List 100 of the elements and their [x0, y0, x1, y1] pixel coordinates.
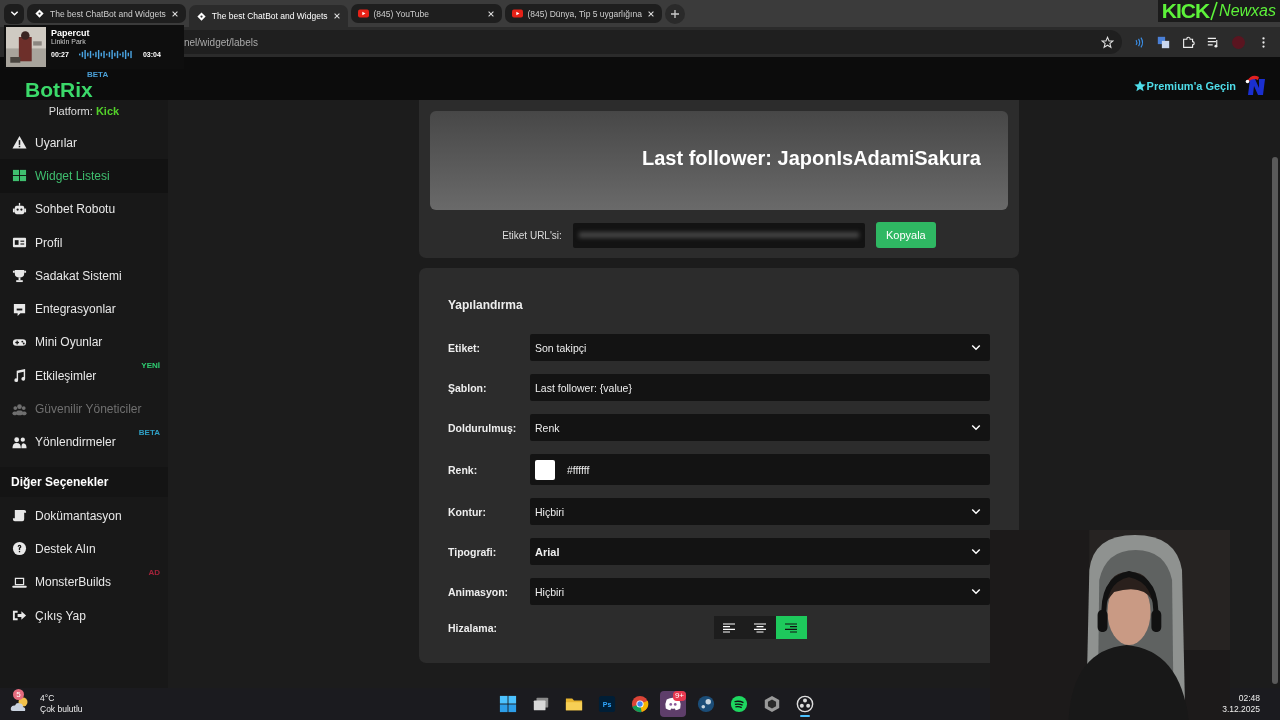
- sidebar-item[interactable]: Sadakat Sistemi: [0, 259, 168, 293]
- sidebar-item[interactable]: MonsterBuilds AD: [0, 565, 168, 599]
- recorder-icon: [796, 695, 814, 713]
- star-icon: [1133, 80, 1146, 92]
- color-value[interactable]: #ffffff: [567, 463, 590, 476]
- sidebar-item[interactable]: Mini Oyunlar: [0, 325, 168, 360]
- platform-label: Platform: Kick: [47, 104, 121, 119]
- trophy-icon: [12, 268, 27, 284]
- warning-icon: [12, 135, 27, 151]
- scroll-icon: [12, 508, 27, 524]
- field-label: Şablon:: [448, 381, 488, 394]
- chevron-down-icon: [971, 508, 981, 515]
- browser-tab[interactable]: (845) Dünya, Tip 5 uygarlığına: [504, 4, 662, 23]
- translate-icon[interactable]: [1157, 35, 1170, 49]
- dropdown[interactable]: Renk: [530, 414, 990, 441]
- beta-label: BETA: [87, 70, 109, 79]
- text-field[interactable]: Last follower: {value}: [530, 374, 990, 401]
- close-icon[interactable]: [486, 9, 495, 18]
- premium-link[interactable]: Premium'a Geçin: [1133, 80, 1236, 92]
- blurred-url-field[interactable]: [572, 222, 865, 248]
- close-icon[interactable]: [332, 12, 341, 20]
- temperature: 4°C: [40, 693, 56, 704]
- browser-tab[interactable]: (845) YouTube: [350, 4, 502, 23]
- align-left-icon: [723, 622, 735, 633]
- chat-icon: [12, 301, 27, 317]
- playlist-icon[interactable]: [1207, 35, 1220, 49]
- question-icon: [12, 541, 27, 557]
- sidebar-item[interactable]: Dokümantasyon: [0, 498, 168, 533]
- field-label: Tipografi:: [448, 545, 498, 558]
- browser-tab[interactable]: The best ChatBot and Widgets: [27, 4, 186, 23]
- photoshop-icon: [598, 695, 616, 713]
- field-label: Kontur:: [448, 505, 487, 518]
- weather-condition: Çok bulutlu: [40, 704, 83, 715]
- start-icon: [499, 695, 517, 713]
- stream-logo: KICK Newxas: [1157, 0, 1280, 22]
- section-heading: Diğer Seçenekler: [0, 466, 168, 497]
- music-icon: [12, 368, 27, 384]
- chevron-down-icon: [971, 548, 981, 555]
- sidebar-item[interactable]: Etkileşimler YENİ: [0, 359, 168, 393]
- cube-icon: [763, 695, 781, 713]
- sidebar-item[interactable]: Destek Alın: [0, 532, 168, 566]
- robot-icon: [12, 201, 27, 217]
- sidebar-item[interactable]: Entegrasyonlar: [0, 292, 168, 326]
- sidebar-item[interactable]: Sohbet Robotu: [0, 192, 168, 226]
- dropdown[interactable]: Hiçbiri: [530, 578, 990, 605]
- field-label: Doldurulmuş:: [448, 421, 518, 434]
- align-right-icon: [785, 622, 797, 633]
- new-tab-button[interactable]: [664, 3, 685, 24]
- browser-tab[interactable]: The best ChatBot and Widgets: [188, 5, 348, 27]
- sidebar-item[interactable]: Profil: [0, 225, 168, 260]
- puzzle-icon[interactable]: [1182, 35, 1195, 49]
- dropdown[interactable]: Son takipçi: [530, 334, 990, 361]
- taskview-icon: [532, 695, 550, 713]
- brand-logo[interactable]: BotRix: [25, 79, 93, 101]
- color-swatch[interactable]: [535, 459, 555, 480]
- diamond-icon: [195, 11, 207, 21]
- diamond-icon: [34, 9, 45, 18]
- sidebar-item[interactable]: Çıkış Yap: [0, 598, 168, 633]
- plus-icon: [669, 8, 680, 19]
- grid-icon: [12, 168, 27, 184]
- taskbar-app[interactable]: 9+: [660, 691, 686, 717]
- close-icon[interactable]: [646, 9, 655, 18]
- dropdown[interactable]: Arial: [530, 538, 990, 565]
- sidebar-item[interactable]: Widget Listesi: [0, 159, 168, 193]
- clock-date: 3.12.2025: [1222, 704, 1260, 715]
- spotify-icon: [730, 695, 748, 713]
- align-left-button[interactable]: [713, 616, 745, 639]
- align-right-button[interactable]: [775, 616, 807, 639]
- tab-search-button[interactable]: [4, 3, 24, 24]
- chevron-down-icon: [9, 9, 19, 18]
- close-icon[interactable]: [170, 9, 179, 18]
- star-icon[interactable]: [1101, 35, 1114, 49]
- status-label: YENİ: [141, 361, 160, 371]
- song-title: Papercut: [51, 28, 91, 38]
- align-center-icon: [754, 622, 766, 633]
- sidebar-item[interactable]: Uyarılar: [0, 126, 168, 160]
- sidebar-item[interactable]: Yönlendirmeler BETA: [0, 425, 168, 459]
- notification-count: 5: [13, 689, 24, 700]
- field-label: Animasyon:: [448, 585, 510, 598]
- url-label: Etiket URL'si:: [502, 229, 562, 241]
- chevron-down-icon: [971, 344, 981, 351]
- group-icon: [12, 401, 27, 417]
- align-center-button[interactable]: [744, 616, 776, 639]
- video-icon: [357, 9, 369, 18]
- chrome-icon: [631, 695, 649, 713]
- scrollbar[interactable]: [1272, 157, 1278, 684]
- logout-icon: [12, 608, 27, 623]
- video-icon: [511, 9, 523, 18]
- preview-text: Last follower: JaponIsAdamiSakura: [642, 147, 981, 170]
- clock-time: 02:48: [1238, 693, 1260, 704]
- field-label: Renk:: [448, 463, 479, 476]
- field-label: Hizalama:: [448, 621, 499, 634]
- field-label: Etiket:: [448, 341, 482, 354]
- section-title: Yapılandırma: [448, 298, 524, 312]
- steam-icon: [697, 695, 715, 713]
- users-icon: [12, 434, 27, 450]
- chevron-down-icon: [971, 588, 981, 595]
- dropdown[interactable]: Hiçbiri: [530, 498, 990, 525]
- status-label: BETA: [138, 427, 160, 437]
- address-bar[interactable]: nel/widget/labels: [184, 30, 1122, 54]
